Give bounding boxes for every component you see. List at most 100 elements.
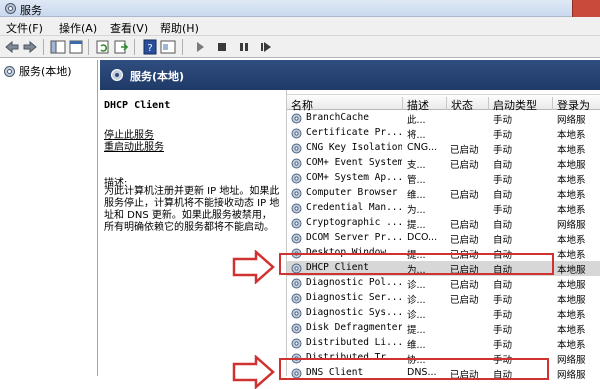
service-name: Distributed Li... <box>306 337 402 348</box>
service-row[interactable]: COM+ System Ap... 管... 手动 本地系 <box>287 171 600 186</box>
column-header-description[interactable]: 描述 <box>403 97 447 112</box>
dns-client-highlight-box <box>279 358 549 380</box>
service-gear-icon <box>291 308 302 319</box>
menu-view[interactable]: 查看(V) <box>110 20 148 36</box>
service-name: Cryptographic ... <box>306 217 402 228</box>
service-startup-type: 手动 <box>493 205 513 216</box>
service-row[interactable]: COM+ Event System 支... 已启动 自动 本地服 <box>287 156 600 171</box>
service-row[interactable]: Diagnostic Sys... 诊... 手动 本地系 <box>287 306 600 321</box>
export-list-icon[interactable] <box>113 39 129 55</box>
console-tree: 服务(本地) <box>0 60 98 376</box>
service-status: 已启动 <box>450 220 479 231</box>
service-description: CNG... <box>407 142 438 153</box>
start-service-icon[interactable] <box>192 39 208 55</box>
service-description: 提... <box>407 220 426 231</box>
service-startup-type: 自动 <box>493 160 513 171</box>
service-logon-as: 本地系 <box>557 340 586 351</box>
service-startup-type: 自动 <box>493 235 513 246</box>
service-description: 管... <box>407 175 426 186</box>
column-header-logon-as[interactable]: 登录为 <box>553 97 600 112</box>
service-logon-as: 网络服 <box>557 355 586 366</box>
service-startup-type: 自动 <box>493 280 513 291</box>
stop-service-icon[interactable] <box>214 39 230 55</box>
back-arrow-icon[interactable] <box>4 39 20 55</box>
service-startup-type: 手动 <box>493 325 513 336</box>
service-logon-as: 本地服 <box>557 280 586 291</box>
service-row[interactable]: BranchCache 此... 手动 网络服 <box>287 111 600 126</box>
service-name: BranchCache <box>306 112 369 123</box>
menu-file[interactable]: 文件(F) <box>6 20 43 36</box>
column-header-row: 名称 描述 状态 启动类型 登录为 <box>287 94 600 112</box>
service-logon-as: 本地服 <box>557 160 586 171</box>
forward-arrow-icon[interactable] <box>22 39 38 55</box>
service-description: 维... <box>407 340 426 351</box>
column-header-startup-type[interactable]: 启动类型 <box>489 97 553 112</box>
service-status: 已启动 <box>450 295 479 306</box>
menu-bar: 文件(F) 操作(A) 查看(V) 帮助(H) <box>0 17 600 36</box>
service-startup-type: 手动 <box>493 340 513 351</box>
menu-action[interactable]: 操作(A) <box>59 20 97 36</box>
service-gear-icon <box>291 233 302 244</box>
mmc-view-icon[interactable] <box>160 39 176 55</box>
service-description: DCO... <box>407 232 438 243</box>
service-row[interactable]: DCOM Server Pr... DCO... 已启动 自动 本地系 <box>287 231 600 246</box>
column-header-status[interactable]: 状态 <box>447 97 489 112</box>
service-logon-as: 网络服 <box>557 370 586 381</box>
service-row[interactable]: Distributed Li... 维... 手动 本地系 <box>287 336 600 351</box>
pause-service-icon[interactable] <box>236 39 252 55</box>
service-startup-type: 手动 <box>493 115 513 126</box>
help-icon[interactable]: ? <box>142 39 158 55</box>
refresh-icon[interactable] <box>95 39 111 55</box>
service-gear-icon <box>291 293 302 304</box>
service-row[interactable]: CNG Key Isolation CNG... 已启动 手动 本地系 <box>287 141 600 156</box>
service-startup-type: 自动 <box>493 220 513 231</box>
service-description: 诊... <box>407 280 426 291</box>
main-panel-title: 服务(本地) <box>130 70 185 83</box>
services-gear-icon <box>4 65 15 77</box>
services-gear-icon <box>5 3 16 14</box>
service-status: 已启动 <box>450 190 479 201</box>
service-logon-as: 本地系 <box>557 205 586 216</box>
service-gear-icon <box>291 323 302 334</box>
service-name: COM+ Event System <box>306 157 402 168</box>
tree-node-services-local[interactable]: 服务(本地) <box>3 64 72 78</box>
service-gear-icon <box>291 338 302 349</box>
service-logon-as: 网络服 <box>557 220 586 231</box>
service-name: Diagnostic Sys... <box>306 307 402 318</box>
service-row[interactable]: Diagnostic Ser... 诊... 已启动 手动 本地服 <box>287 291 600 306</box>
column-header-name[interactable]: 名称 <box>287 97 403 112</box>
service-row[interactable]: Cryptographic ... 提... 已启动 自动 网络服 <box>287 216 600 231</box>
service-row[interactable]: Disk Defragmenter 提... 手动 本地系 <box>287 321 600 336</box>
service-name: COM+ System Ap... <box>306 172 402 183</box>
service-row[interactable]: Diagnostic Pol... 诊... 已启动 自动 本地服 <box>287 276 600 291</box>
service-logon-as: 本地系 <box>557 250 586 261</box>
service-row[interactable]: Computer Browser 维... 已启动 自动 本地系 <box>287 186 600 201</box>
toolbar: ? <box>0 36 600 58</box>
services-list: 名称 描述 状态 启动类型 登录为 BranchCache 此... 手动 网络服 Ce… <box>286 90 600 381</box>
service-logon-as: 本地系 <box>557 145 586 156</box>
service-name: Diagnostic Pol... <box>306 277 402 288</box>
service-startup-type: 自动 <box>493 190 513 201</box>
tree-node-label: 服务(本地) <box>19 65 72 78</box>
service-description: 此... <box>407 115 426 126</box>
service-gear-icon <box>291 158 302 169</box>
service-gear-icon <box>291 188 302 199</box>
show-hide-tree-icon[interactable] <box>50 39 66 55</box>
service-gear-icon <box>291 203 302 214</box>
close-window-button[interactable] <box>572 0 600 17</box>
window-title: 服务 <box>20 4 42 17</box>
restart-service-icon[interactable] <box>258 39 274 55</box>
service-status: 已启动 <box>450 160 479 171</box>
restart-service-link[interactable]: 重启动此服务 <box>104 138 164 153</box>
service-row[interactable]: Credential Man... 为... 手动 本地系 <box>287 201 600 216</box>
properties-window-icon[interactable] <box>68 39 84 55</box>
service-description: 诊... <box>407 310 426 321</box>
selected-service-name: DHCP Client <box>104 100 171 111</box>
service-row[interactable]: Certificate Pr... 将... 手动 本地系 <box>287 126 600 141</box>
service-logon-as: 本地服 <box>557 265 586 276</box>
service-description: 维... <box>407 190 426 201</box>
service-description: 诊... <box>407 295 426 306</box>
service-gear-icon <box>291 143 302 154</box>
menu-help[interactable]: 帮助(H) <box>160 20 199 36</box>
service-logon-as: 本地系 <box>557 235 586 246</box>
